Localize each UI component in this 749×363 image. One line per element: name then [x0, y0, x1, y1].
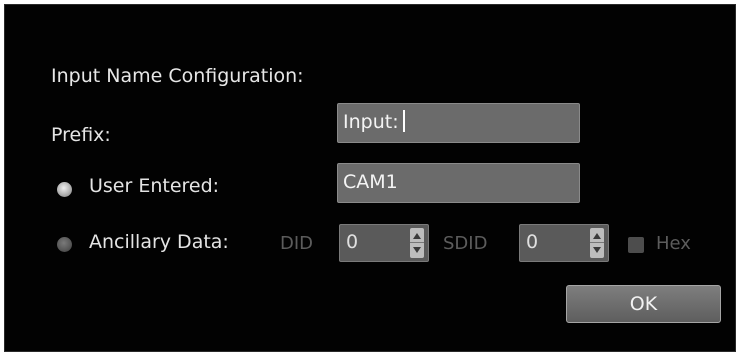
user-entered-label: User Entered: [89, 175, 220, 197]
did-value: 0 [346, 231, 359, 253]
user-entered-input[interactable]: CAM1 [337, 163, 580, 203]
dialog: Input Name Configuration: Prefix: Input:… [4, 4, 736, 352]
arrow-up-icon[interactable] [413, 233, 421, 239]
sdid-label: SDID [443, 233, 488, 254]
text-caret [402, 110, 405, 132]
arrow-up-icon[interactable] [593, 233, 601, 239]
user-entered-input-value: CAM1 [343, 171, 398, 193]
did-spinbox[interactable]: 0 [339, 224, 429, 262]
prefix-input[interactable]: Input: [337, 103, 580, 143]
did-stepper[interactable] [410, 228, 424, 258]
prefix-input-value: Input: [343, 111, 399, 133]
ancillary-data-label: Ancillary Data: [89, 231, 229, 253]
dialog-title: Input Name Configuration: [51, 65, 304, 87]
prefix-label: Prefix: [51, 124, 111, 146]
arrow-down-icon[interactable] [413, 247, 421, 253]
hex-label: Hex [656, 233, 691, 254]
sdid-value: 0 [526, 231, 539, 253]
sdid-spinbox[interactable]: 0 [519, 224, 609, 262]
sdid-stepper[interactable] [590, 228, 604, 258]
user-entered-radio[interactable] [57, 182, 72, 197]
did-label: DID [280, 233, 314, 254]
ok-button[interactable]: OK [566, 285, 721, 323]
hex-checkbox[interactable] [628, 237, 644, 253]
ancillary-data-radio[interactable] [57, 237, 72, 252]
arrow-down-icon[interactable] [593, 247, 601, 253]
